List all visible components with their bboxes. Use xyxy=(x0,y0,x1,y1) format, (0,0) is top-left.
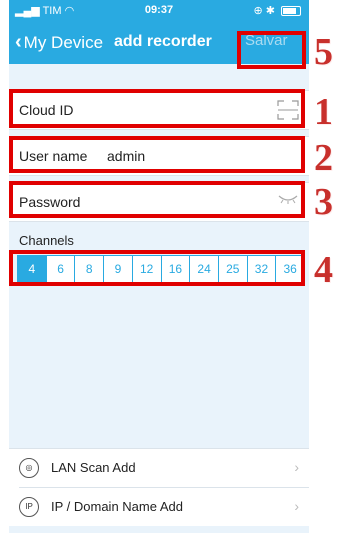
annotation-number-5: 5 xyxy=(314,31,333,73)
back-label: My Device xyxy=(23,33,104,52)
channels-label: Channels xyxy=(19,233,74,248)
annotation-number-3: 3 xyxy=(314,181,333,223)
annotation-number-2: 2 xyxy=(314,137,333,179)
annotation-number-1: 1 xyxy=(314,91,333,133)
highlight-box-save xyxy=(237,31,306,69)
ip-domain-label: IP / Domain Name Add xyxy=(51,499,183,514)
lan-scan-label: LAN Scan Add xyxy=(51,460,136,475)
bluetooth-icon: ✱ xyxy=(265,5,275,17)
page-title: add recorder xyxy=(114,33,212,50)
back-button[interactable]: ‹ My Device xyxy=(15,31,103,54)
chevron-right-icon: › xyxy=(294,498,299,514)
annotation-number-4: 4 xyxy=(314,249,333,291)
lan-scan-add-row[interactable]: ◎ LAN Scan Add › xyxy=(9,449,309,488)
add-options-menu: ◎ LAN Scan Add › IP IP / Domain Name Add… xyxy=(9,448,309,526)
lock-icon: ⊕ xyxy=(253,5,263,17)
battery-icon xyxy=(281,6,301,17)
highlight-box-cloud-id xyxy=(9,89,305,128)
ip-domain-add-row[interactable]: IP IP / Domain Name Add › xyxy=(9,488,309,526)
lan-scan-icon: ◎ xyxy=(19,458,39,478)
highlight-box-username xyxy=(9,136,305,173)
status-bar: ▂▄▆ TIM ◠ 09:37 ⊕ ✱ xyxy=(9,0,309,20)
highlight-box-password xyxy=(9,181,305,218)
status-right: ⊕ ✱ xyxy=(253,4,301,17)
back-chevron-icon: ‹ xyxy=(15,31,22,53)
chevron-right-icon: › xyxy=(294,459,299,475)
highlight-box-channels xyxy=(9,250,305,286)
ip-icon: IP xyxy=(19,497,39,517)
